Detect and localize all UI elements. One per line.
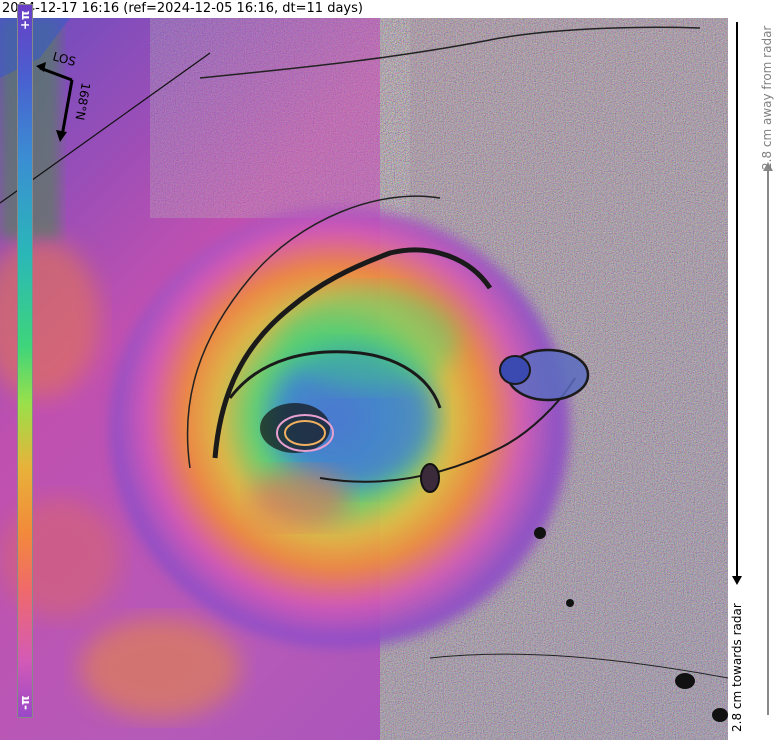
interferogram-map: LOS 168°N xyxy=(0,18,728,740)
colorbar-max-label: +π xyxy=(18,10,32,30)
image-title: 2024-12-17 16:16 (ref=2024-12-05 16:16, … xyxy=(2,1,363,16)
towards-arrow-head xyxy=(732,576,742,585)
away-from-radar-label: 2.8 cm away from radar xyxy=(760,25,774,170)
towards-radar-label: 2.8 cm towards radar xyxy=(730,603,744,732)
phase-colorbar xyxy=(17,4,33,718)
colorbar-min-label: -π xyxy=(18,695,32,711)
away-arrow-line xyxy=(767,170,769,715)
interferogram-image: LOS 168°N xyxy=(0,18,728,740)
towards-arrow-line xyxy=(736,22,738,578)
